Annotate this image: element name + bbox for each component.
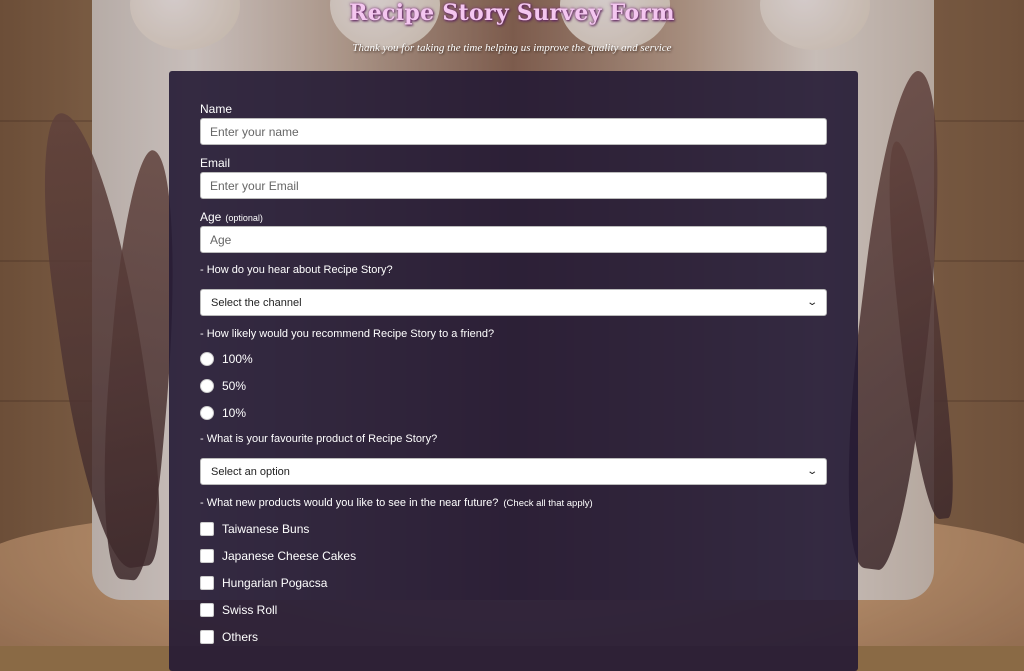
- product-option-label: Swiss Roll: [222, 603, 278, 617]
- checkbox[interactable]: [200, 603, 214, 617]
- page-title: Recipe Story Survey Form: [349, 0, 675, 26]
- recommend-option[interactable]: 50%: [200, 379, 246, 393]
- page-subtitle: Thank you for taking the time helping us…: [352, 42, 672, 54]
- channel-select[interactable]: Select the channel ⌄: [200, 289, 827, 316]
- product-option[interactable]: Taiwanese Buns: [200, 522, 309, 536]
- name-label: Name: [200, 102, 233, 116]
- age-label: Age (optional): [200, 210, 263, 224]
- product-option[interactable]: Others: [200, 630, 258, 644]
- check-all-hint: (Check all that apply): [503, 498, 593, 509]
- product-option-label: Taiwanese Buns: [222, 522, 310, 536]
- chevron-down-icon: ⌄: [805, 466, 818, 477]
- favourite-select-value: Select an option: [211, 465, 290, 478]
- chevron-down-icon: ⌄: [805, 297, 818, 308]
- radio-button[interactable]: [200, 352, 214, 366]
- age-optional-hint: (optional): [225, 213, 263, 223]
- survey-form: Name Email Age(optional) - How do you he…: [169, 71, 858, 671]
- recommend-option[interactable]: 10%: [200, 406, 246, 420]
- channel-select-value: Select the channel: [211, 296, 302, 309]
- recommend-option-label: 100%: [222, 352, 253, 366]
- channel-question: - How do you hear about Recipe Story?: [200, 264, 393, 276]
- age-input[interactable]: [200, 226, 827, 253]
- product-option[interactable]: Japanese Cheese Cakes: [200, 549, 356, 563]
- product-option[interactable]: Hungarian Pogacsa: [200, 576, 327, 590]
- checkbox[interactable]: [200, 576, 214, 590]
- checkbox[interactable]: [200, 522, 214, 536]
- recommend-option[interactable]: 100%: [200, 352, 253, 366]
- recommend-option-label: 50%: [222, 379, 247, 393]
- radio-button[interactable]: [200, 406, 214, 420]
- product-option-label: Others: [222, 630, 259, 644]
- name-input[interactable]: [200, 118, 827, 145]
- recommend-option-label: 10%: [222, 406, 247, 420]
- new-products-question-text: - What new products would you like to se…: [200, 497, 499, 509]
- recommend-question: - How likely would you recommend Recipe …: [200, 328, 495, 340]
- product-option-label: Hungarian Pogacsa: [222, 576, 328, 590]
- new-products-question: - What new products would you like to se…: [200, 497, 593, 509]
- favourite-question: - What is your favourite product of Reci…: [200, 433, 438, 445]
- checkbox[interactable]: [200, 549, 214, 563]
- email-input[interactable]: [200, 172, 827, 199]
- product-option-label: Japanese Cheese Cakes: [222, 549, 357, 563]
- radio-button[interactable]: [200, 379, 214, 393]
- age-label-text: Age: [200, 210, 222, 224]
- checkbox[interactable]: [200, 630, 214, 644]
- product-option[interactable]: Swiss Roll: [200, 603, 277, 617]
- favourite-select[interactable]: Select an option ⌄: [200, 458, 827, 485]
- email-label: Email: [200, 156, 231, 170]
